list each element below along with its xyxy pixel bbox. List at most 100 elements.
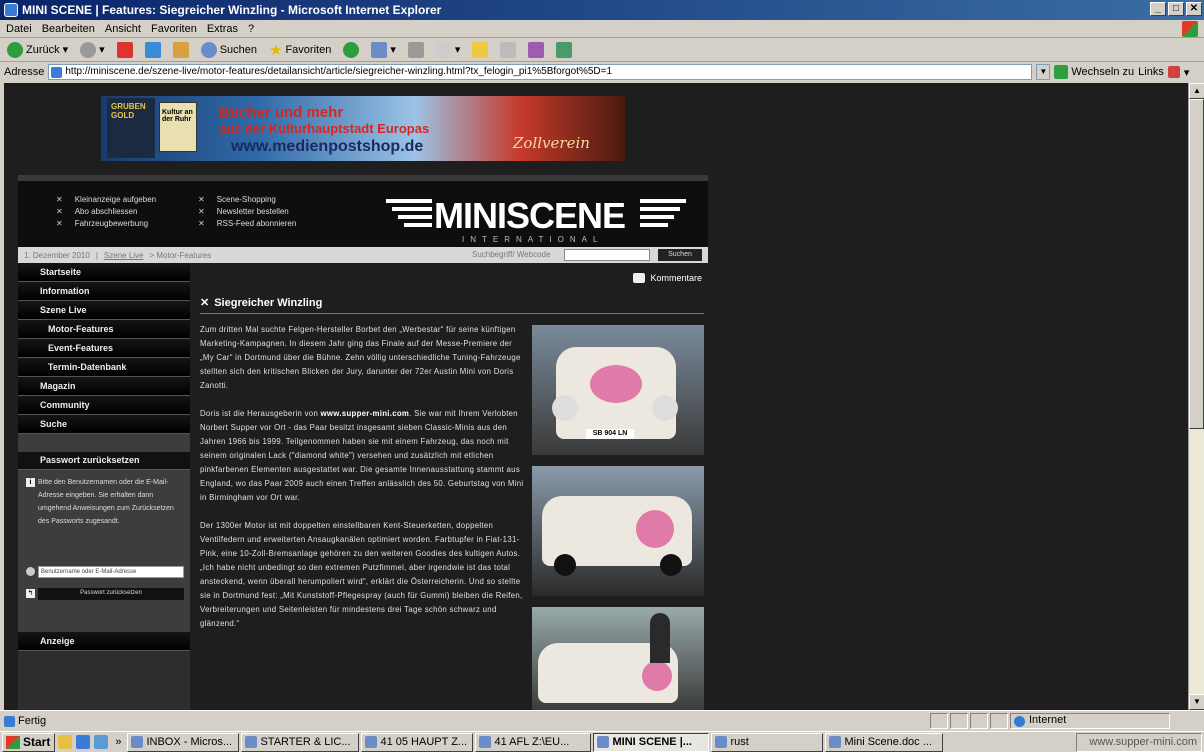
nav-startseite[interactable]: Startseite [18, 263, 190, 282]
links-extension-icon[interactable] [1167, 66, 1180, 78]
address-dropdown-icon[interactable]: ▼ [1036, 64, 1051, 80]
refresh-icon [144, 41, 161, 58]
go-button[interactable]: Wechseln zu [1054, 65, 1134, 79]
task-rust[interactable]: rust [711, 732, 824, 752]
ie-icon [4, 3, 18, 17]
article-photo-2[interactable] [532, 466, 704, 596]
quicklaunch-ie-icon[interactable] [76, 735, 91, 749]
research-icon [500, 41, 517, 58]
comments-link[interactable]: Kommentare [633, 273, 702, 283]
maximize-button[interactable]: □ [1168, 2, 1184, 16]
scroll-thumb[interactable] [1189, 99, 1204, 429]
back-arrow-icon [7, 41, 23, 58]
search-label: Suchen [219, 43, 257, 56]
breadcrumb: 1. Dezember 2010 | Szene Live > Motor-Fe… [18, 247, 708, 263]
quicklaunch-folder-icon[interactable] [58, 735, 73, 749]
extension-button[interactable] [553, 40, 575, 60]
status-cell-4 [990, 712, 1008, 729]
menu-view[interactable]: Ansicht [105, 23, 141, 35]
folder-button[interactable] [469, 40, 491, 60]
nav-suche[interactable]: Suche [18, 415, 190, 434]
nav-information[interactable]: Information [18, 282, 190, 301]
print-icon [407, 41, 424, 58]
header-link-kleinanzeige[interactable]: Kleinanzeige aufgeben [56, 195, 156, 204]
article-paragraph-2: Doris ist die Herausgeberin von www.supp… [200, 407, 524, 505]
status-cell-2 [950, 712, 968, 729]
messenger-button[interactable] [525, 40, 547, 60]
scroll-down-icon[interactable]: ▼ [1189, 694, 1204, 710]
site-logo-sub: INTERNATIONAL [462, 235, 604, 244]
scroll-up-icon[interactable]: ▲ [1189, 83, 1204, 99]
article-photo-3[interactable] [532, 607, 704, 710]
task-mini-scene-doc[interactable]: Mini Scene.doc ... [825, 732, 944, 752]
menu-tools[interactable]: Extras [207, 23, 238, 35]
breadcrumb-link[interactable]: Szene Live [104, 251, 144, 260]
mail-button[interactable]: ▾ [368, 40, 399, 60]
vertical-scrollbar[interactable]: ▲ ▼ [1188, 83, 1204, 710]
minimize-button[interactable]: _ [1150, 2, 1166, 16]
site-search-input[interactable] [564, 249, 650, 261]
home-button[interactable] [170, 40, 192, 60]
left-navigation: Startseite Information Szene Live Motor-… [18, 263, 190, 710]
nav-motor-features[interactable]: Motor-Features [18, 320, 190, 339]
site-logo[interactable]: MINISCENE [434, 195, 626, 237]
refresh-button[interactable] [142, 40, 164, 60]
menu-file[interactable]: Datei [6, 23, 32, 35]
favorites-label: Favoriten [285, 43, 332, 56]
nav-termin-datenbank[interactable]: Termin-Datenbank [18, 358, 190, 377]
search-button[interactable]: Suchen [198, 40, 260, 60]
header-link-rss[interactable]: RSS-Feed abonnieren [198, 219, 297, 228]
banner-ad[interactable]: GRUBEN GOLD Kultur an der Ruhr Bücher un… [101, 96, 625, 161]
quicklaunch-desktop-icon[interactable] [94, 735, 109, 749]
history-icon [343, 41, 360, 58]
address-input[interactable]: http://miniscene.de/szene-live/motor-fea… [48, 64, 1033, 80]
password-reset-input[interactable]: Benutzername oder E-Mail-Adresse [38, 566, 184, 578]
menu-help[interactable]: ? [248, 23, 254, 35]
supper-mini-link[interactable]: www.supper-mini.com [321, 409, 410, 418]
article-content: Kommentare Siegreicher Winzling Zum drit… [196, 263, 708, 710]
task-haupt[interactable]: 41 05 HAUPT Z... [361, 732, 474, 752]
edit-button[interactable]: ▾ [433, 40, 464, 60]
nav-separator-2 [18, 614, 190, 632]
header-link-abo[interactable]: Abo abschliessen [56, 207, 138, 216]
nav-szene-live[interactable]: Szene Live [18, 301, 190, 320]
site-search-button[interactable]: Suchen [658, 249, 702, 261]
article-photo-1[interactable]: SB 904 LN [532, 325, 704, 455]
header-link-newsletter[interactable]: Newsletter bestellen [198, 207, 289, 216]
task-miniscene[interactable]: MINI SCENE |... [593, 732, 710, 752]
start-button[interactable]: Start [2, 732, 56, 752]
stop-button[interactable] [114, 40, 136, 60]
task-inbox[interactable]: INBOX - Micros... [127, 732, 240, 752]
print-button[interactable] [405, 40, 427, 60]
menu-edit[interactable]: Bearbeiten [42, 23, 95, 35]
password-reset-button[interactable]: Passwort zurücksetzen [38, 588, 184, 600]
wheel-right [660, 554, 682, 576]
header-link-shopping[interactable]: Scene-Shopping [198, 195, 276, 204]
nav-magazin[interactable]: Magazin [18, 377, 190, 396]
go-arrow-icon [1054, 65, 1069, 79]
quicklaunch-more-icon[interactable]: » [115, 736, 121, 748]
wheel-left [554, 554, 576, 576]
nav-community[interactable]: Community [18, 396, 190, 415]
history-button[interactable] [340, 40, 362, 60]
back-button[interactable]: Zurück ▾ [4, 40, 71, 60]
menu-favorites[interactable]: Favoriten [151, 23, 197, 35]
task-starter[interactable]: STARTER & LIC... [241, 732, 360, 752]
header-link-fahrzeug[interactable]: Fahrzeugbewerbung [56, 219, 148, 228]
nav-event-features[interactable]: Event-Features [18, 339, 190, 358]
windows-logo-icon [1182, 21, 1198, 37]
status-cell-1 [930, 712, 948, 729]
window-titlebar: MINI SCENE | Features: Siegreicher Winzl… [0, 0, 1204, 20]
links-label[interactable]: Links [1138, 66, 1164, 78]
close-button[interactable]: ✕ [1186, 2, 1202, 16]
breadcrumb-rest: > Motor-Features [149, 250, 212, 260]
nav-separator [18, 434, 190, 452]
nav-anzeige: Anzeige [18, 632, 190, 651]
forward-button[interactable]: ▾ [77, 40, 108, 60]
favorites-button[interactable]: ★ Favoriten [266, 40, 334, 60]
banner-line2: aus der Kulturhauptstadt Europas [219, 121, 430, 136]
task-afl[interactable]: 41 AFL Z:\EU... [475, 732, 592, 752]
research-button[interactable] [497, 40, 519, 60]
banner-book: Kultur an der Ruhr [159, 102, 197, 152]
search-icon [200, 41, 217, 58]
